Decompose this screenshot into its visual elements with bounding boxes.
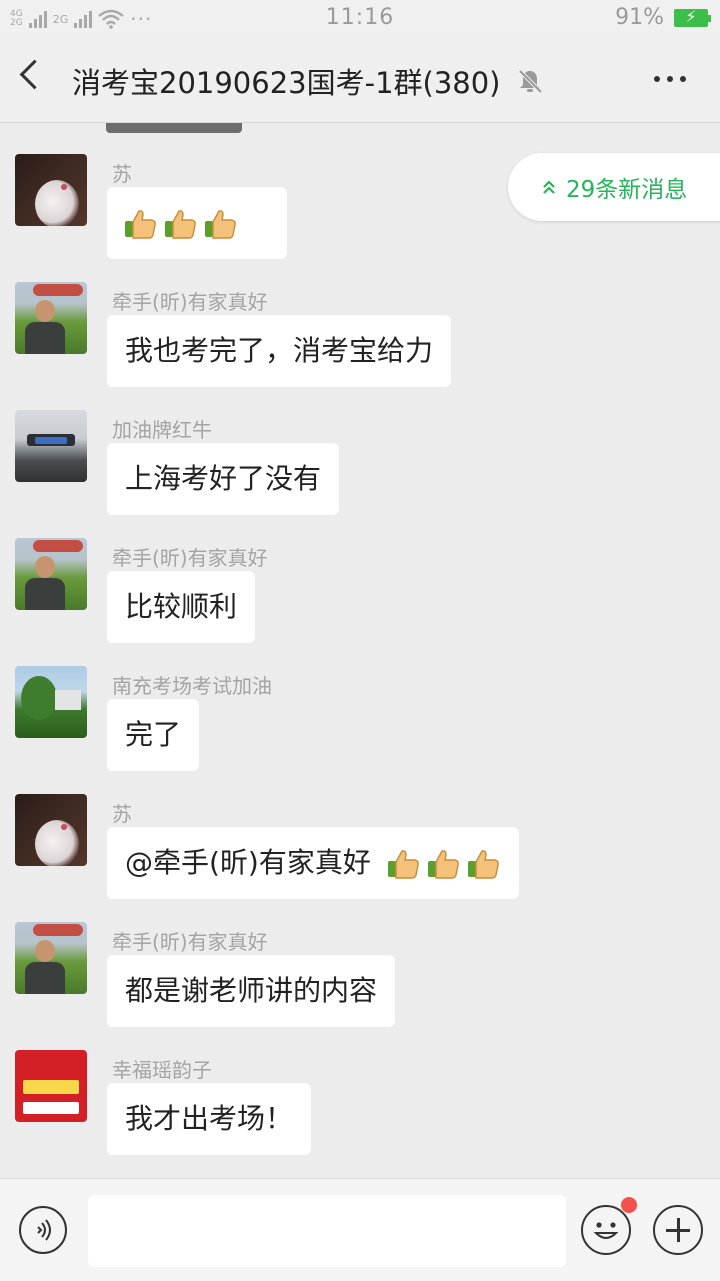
sender-name: 南充考场考试加油 — [112, 674, 272, 698]
message-bubble[interactable]: 我才出考场！ — [107, 1083, 312, 1155]
battery-percent: 91% — [615, 5, 664, 30]
input-bar — [0, 1178, 720, 1281]
sender-name: 牵手(昕)有家真好 — [112, 290, 268, 314]
voice-wave-icon — [37, 1219, 51, 1241]
message-bubble[interactable]: 我也考完了，消考宝给力 — [107, 315, 452, 387]
back-icon[interactable] — [19, 59, 50, 90]
new-messages-label: 29条新消息 — [566, 177, 688, 203]
thumbs-up-icon — [205, 210, 236, 239]
thumbs-up-group — [122, 205, 238, 241]
avatar[interactable] — [15, 922, 87, 994]
emoji-icon[interactable] — [581, 1197, 637, 1255]
message-bubble[interactable] — [107, 187, 287, 259]
thumbs-up-icon — [125, 210, 156, 239]
sender-name: 牵手(昕)有家真好 — [112, 930, 268, 954]
avatar[interactable] — [15, 1050, 87, 1122]
thumbs-up-icon — [165, 210, 196, 239]
double-chevron-up-icon — [543, 180, 555, 194]
thumbs-up-icon — [467, 850, 499, 879]
message-bubble[interactable]: @牵手(昕)有家真好 — [107, 827, 519, 899]
new-messages-button[interactable]: 29条新消息 — [508, 153, 720, 221]
battery-icon: ⚡ — [674, 7, 711, 27]
message-bubble[interactable]: 上海考好了没有 — [107, 443, 340, 515]
sender-name: 牵手(昕)有家真好 — [112, 546, 268, 570]
battery-area: 91% ⚡ — [615, 5, 711, 30]
avatar[interactable] — [15, 154, 87, 226]
avatar[interactable] — [15, 410, 87, 482]
sender-name: 苏 — [112, 802, 132, 826]
avatar[interactable] — [15, 538, 87, 610]
status-bar: 4G 2G 2G ··· 11:16 91% ⚡ — [0, 0, 720, 36]
more-dots-icon[interactable] — [654, 76, 686, 82]
sender-name: 苏 — [112, 162, 132, 186]
avatar[interactable] — [15, 794, 87, 866]
thumbs-up-icon — [387, 850, 419, 879]
thumbs-up-icon — [427, 850, 459, 879]
message-bubble[interactable]: 完了 — [107, 699, 200, 771]
sender-name: 加油牌红牛 — [112, 418, 212, 442]
chat-title: 消考宝20190623国考-1群(380) — [72, 66, 501, 100]
smile-face-icon — [593, 1222, 619, 1239]
message-input[interactable] — [88, 1195, 566, 1267]
message-bubble[interactable]: 比较顺利 — [107, 571, 256, 643]
previous-image-message[interactable] — [106, 123, 242, 133]
avatar[interactable] — [15, 282, 87, 354]
message-bubble[interactable]: 都是谢老师讲的内容 — [107, 955, 396, 1027]
thumbs-up-group — [385, 845, 501, 881]
clock: 11:16 — [325, 5, 395, 30]
plus-icon[interactable] — [653, 1205, 703, 1255]
message-list[interactable]: 苏 牵手(昕)有家真好 我也考完了，消考宝给力 加油牌红牛 上海考好了没有 牵手… — [0, 123, 720, 1178]
bell-muted-icon — [518, 69, 543, 94]
voice-icon[interactable] — [19, 1206, 67, 1254]
mention-text: @牵手(昕)有家真好 — [125, 846, 371, 879]
notification-dot — [621, 1197, 637, 1213]
avatar[interactable] — [15, 666, 87, 738]
chat-header: 消考宝20190623国考-1群(380) — [0, 36, 720, 123]
sender-name: 幸福瑶韵子 — [112, 1058, 212, 1082]
